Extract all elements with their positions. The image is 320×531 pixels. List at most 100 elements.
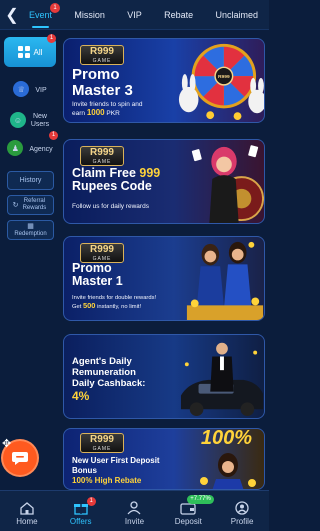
promo-master-3-banner[interactable]: R999 GAME Promo Master 3 Invite friends … xyxy=(63,38,265,123)
sidebar-agency-badge: 1 xyxy=(49,131,58,140)
two-women-illustration xyxy=(186,241,264,320)
banner-title: Promo Master 1 xyxy=(72,261,123,289)
logo-main-text: R999 xyxy=(90,147,114,158)
banner-sub-prefix: Get xyxy=(72,304,83,310)
agent-daily-remuneration-banner[interactable]: Agent's Daily Remuneration Daily Cashbac… xyxy=(63,334,265,419)
referral-icon: ↻ xyxy=(12,201,19,209)
prize-wheel-illustration: R999 xyxy=(178,43,264,121)
banner-subtitle: Follow us for daily rewards xyxy=(72,203,149,210)
nav-home-label: Home xyxy=(16,517,38,526)
tab-unclaimed[interactable]: Unclaimed xyxy=(210,0,263,30)
banner-title-line3: Daily Cashback: xyxy=(72,378,146,389)
nav-deposit-bonus-pill: +7.77% xyxy=(187,495,214,504)
nav-deposit-label: Deposit xyxy=(174,517,202,526)
r999-logo: R999 GAME xyxy=(80,45,124,65)
banner-title: Claim Free 999 Rupees Code xyxy=(72,166,161,193)
bottom-navigation: Home Offers 1 Invite Deposit +7.77% Prof… xyxy=(0,490,269,531)
nav-home[interactable]: Home xyxy=(2,501,52,526)
sidebar-item-agency-label: Agency xyxy=(29,145,53,153)
logo-sub-text: GAME xyxy=(92,446,112,452)
banner-sub-line1: Invite friends to spin and xyxy=(72,101,143,108)
nav-invite-label: Invite xyxy=(124,517,145,526)
tab-mission-label: Mission xyxy=(74,9,105,20)
nav-profile[interactable]: Profile xyxy=(217,501,267,526)
first-deposit-bonus-banner[interactable]: R999 GAME 100% New User First Deposit Bo… xyxy=(63,428,265,490)
tab-event-label: Event xyxy=(29,9,53,20)
nav-offers[interactable]: Offers 1 xyxy=(56,497,106,526)
croupier-girl-illustration xyxy=(191,145,264,223)
r999-logo: R999 GAME xyxy=(80,433,124,453)
top-tab-bar: ❮ Event 1 Mission VIP Rebate Unclaimed xyxy=(0,0,269,30)
sidebar-item-agency[interactable]: ♟ Agency 1 xyxy=(4,131,58,164)
banner-title-line4: 4% xyxy=(72,389,90,403)
sidebar-item-new-users[interactable]: ☺ New Users xyxy=(4,106,56,136)
banner-title: New User First Deposit Bonus 100% High R… xyxy=(72,456,160,486)
agency-icon: ♟ xyxy=(7,140,24,156)
category-tabs: Event 1 Mission VIP Rebate Unclaimed xyxy=(24,0,269,30)
vip-crown-icon: ♕ xyxy=(13,81,30,97)
referral-rewards-label: Referral Rewards xyxy=(22,198,47,211)
logo-main-text: R999 xyxy=(90,244,114,255)
banner-title-line2: Master 1 xyxy=(72,274,123,289)
redemption-label: Redemption xyxy=(14,230,47,237)
banner-title-line2: Master 3 xyxy=(72,81,133,99)
banner-sub-suffix: PKR xyxy=(104,110,120,117)
banner-title-line2: Remuneration xyxy=(72,367,136,378)
tab-rebate-label: Rebate xyxy=(164,9,194,20)
wheel-center-text: R999 xyxy=(218,74,230,80)
banner-title-line1: Agent's Daily xyxy=(72,356,132,367)
tab-event[interactable]: Event 1 xyxy=(24,0,61,30)
sidebar: All 1 ♕ VIP ☺ New Users ♟ Agency 1 Histo… xyxy=(0,30,60,490)
redemption-icon: ▦ xyxy=(27,222,34,230)
claim-free-code-banner[interactable]: R999 GAME Claim Free 999 Rupees Code Fol… xyxy=(63,139,265,224)
banner-corner-percent: 100% xyxy=(200,428,252,449)
nav-offers-label: Offers xyxy=(69,517,92,526)
new-users-icon: ☺ xyxy=(10,112,26,128)
grid-icon xyxy=(17,46,30,58)
banner-sub-amount: 1000 xyxy=(86,108,105,117)
banner-title-line1: Promo xyxy=(72,66,120,83)
logo-sub-text: GAME xyxy=(92,58,112,64)
banner-sub-amount: 500 xyxy=(82,301,96,310)
nav-offers-badge: 1 xyxy=(86,497,96,506)
sidebar-item-all[interactable]: All 1 xyxy=(4,34,56,67)
history-label: History xyxy=(19,177,42,184)
referral-rewards-button[interactable]: ↻ Referral Rewards xyxy=(7,195,54,215)
back-arrow-icon[interactable]: ❮ xyxy=(0,0,24,30)
invite-icon xyxy=(127,501,141,515)
logo-sub-text: GAME xyxy=(92,159,112,165)
banner-sub-prefix: earn xyxy=(72,110,87,117)
drag-move-icon[interactable]: ✥ xyxy=(2,437,11,450)
promo-master-1-banner[interactable]: R999 GAME Promo Master 1 Invite friends … xyxy=(63,236,265,321)
profile-icon xyxy=(235,501,249,515)
banner-title: Agent's Daily Remuneration Daily Cashbac… xyxy=(72,356,145,403)
r999-logo: R999 GAME xyxy=(80,243,124,263)
sidebar-item-vip-label: VIP xyxy=(35,86,47,94)
chat-bubble-icon xyxy=(12,452,28,465)
banner-title: Promo Master 3 xyxy=(72,67,133,99)
banner-subtitle: Invite friends to spin and earn 1000 PKR xyxy=(72,101,142,118)
banner-title-amount: 999 xyxy=(139,166,161,180)
tab-unclaimed-label: Unclaimed xyxy=(215,9,258,20)
agent-car-illustration xyxy=(180,342,263,417)
banner-title-prefix: Claim Free xyxy=(72,166,140,180)
history-button[interactable]: History xyxy=(7,171,54,190)
banner-title-line2: Bonus xyxy=(72,466,97,475)
sidebar-item-vip[interactable]: ♕ VIP xyxy=(4,72,56,108)
tab-mission[interactable]: Mission xyxy=(69,0,110,30)
nav-invite[interactable]: Invite xyxy=(109,501,159,526)
sidebar-all-badge: 1 xyxy=(47,34,56,43)
tab-rebate[interactable]: Rebate xyxy=(159,0,198,30)
banner-title-line3: 100% High Rebate xyxy=(72,476,142,485)
tab-vip-label: VIP xyxy=(127,9,142,20)
sidebar-item-all-label: All xyxy=(33,47,43,57)
tab-vip[interactable]: VIP xyxy=(122,0,147,30)
tab-event-badge: 1 xyxy=(50,2,61,13)
logo-main-text: R999 xyxy=(90,46,114,57)
sidebar-item-new-users-label: New Users xyxy=(30,113,50,128)
nav-deposit[interactable]: Deposit +7.77% xyxy=(163,495,214,526)
banner-sub-suffix: instantly, no limit! xyxy=(95,304,142,310)
redemption-button[interactable]: ▦ Redemption xyxy=(7,220,54,240)
banner-subtitle: Invite friends for double rewards! Get 5… xyxy=(72,294,156,311)
nav-profile-label: Profile xyxy=(230,517,254,526)
